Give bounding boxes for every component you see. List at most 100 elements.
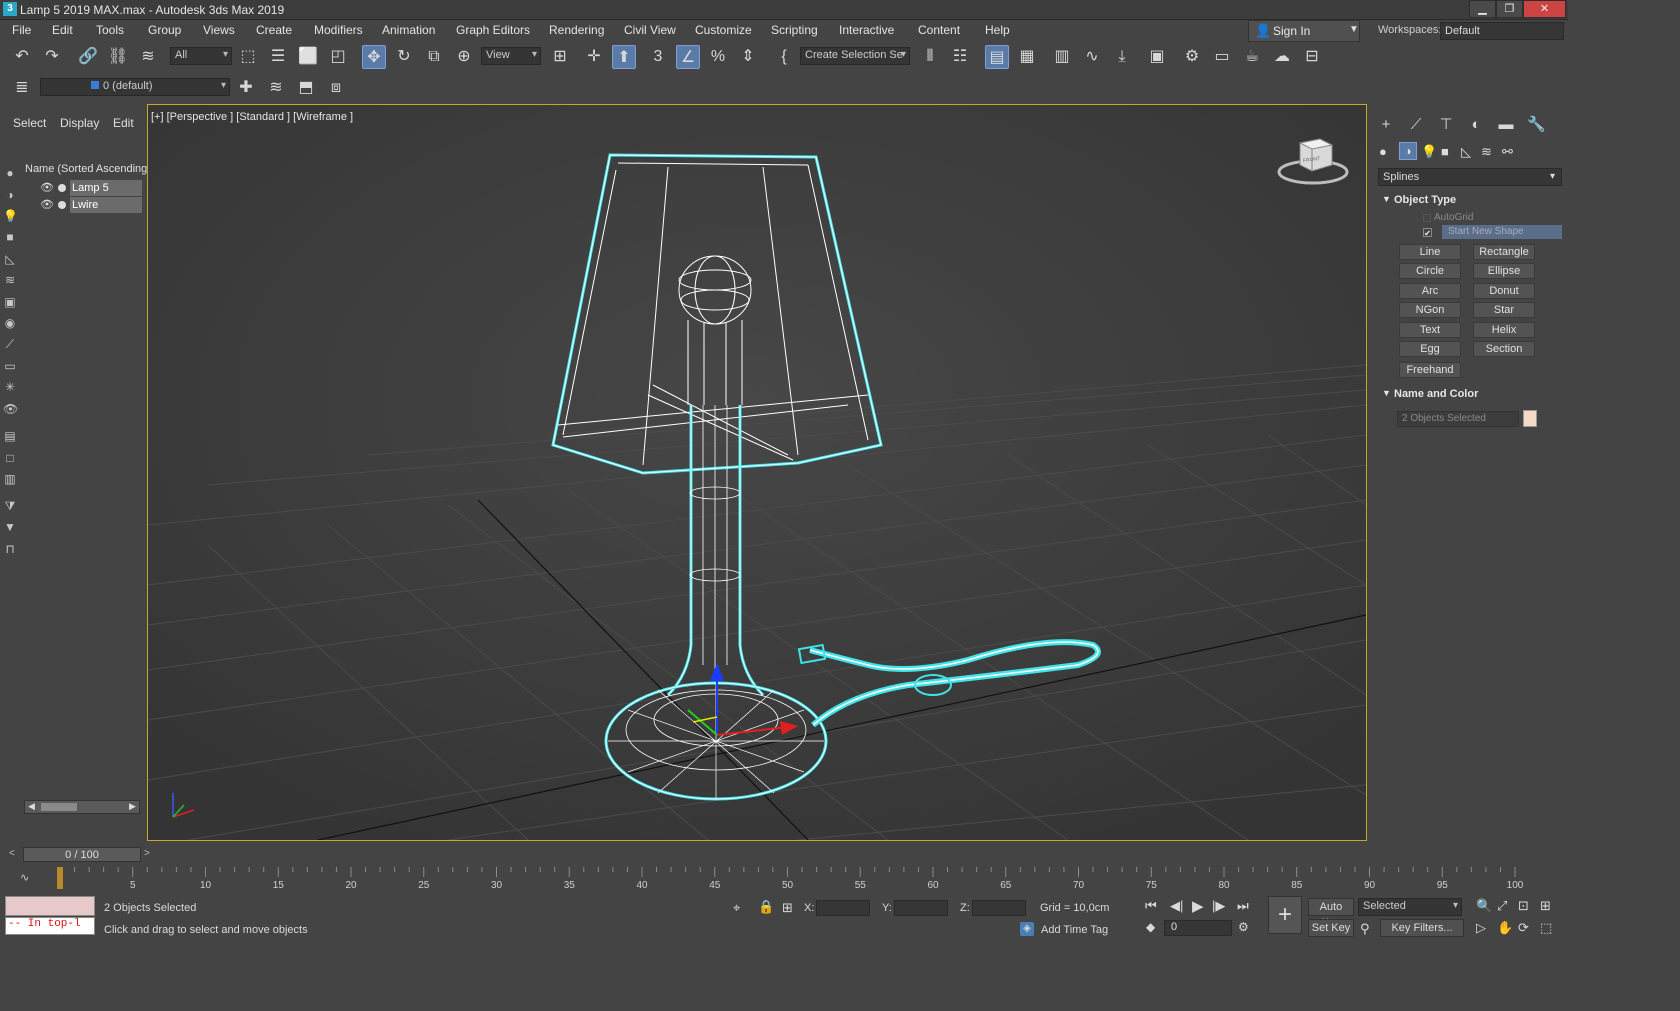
object-name[interactable]: Lwire [70, 197, 142, 213]
spacewarps-icon[interactable]: ≋ [1481, 144, 1492, 160]
donut-button[interactable]: Donut [1473, 283, 1535, 299]
star-button[interactable]: Star [1473, 302, 1535, 318]
modify-tab-icon[interactable]: ⟋ [1407, 116, 1425, 134]
menu-scripting[interactable]: Scripting [771, 23, 818, 37]
selection-lock-icon[interactable]: 🔒 [758, 899, 774, 915]
restore-button[interactable]: ❐ [1496, 0, 1523, 18]
display-lights-icon[interactable]: 💡 [3, 209, 18, 223]
mirror-icon[interactable]: ⫴ [918, 45, 942, 69]
layer-settings-icon[interactable]: ⧈ [324, 76, 348, 100]
display-bones-icon[interactable]: ⟋ [3, 337, 17, 351]
maxscript-listener-top[interactable] [5, 896, 95, 916]
ngon-button[interactable]: NGon [1399, 302, 1461, 318]
menu-graph-editors[interactable]: Graph Editors [456, 23, 530, 37]
geometry-icon[interactable]: ● [1379, 144, 1387, 159]
explorer-horizontal-scrollbar[interactable]: ◀ ▶ [24, 800, 140, 814]
scrollbar-thumb[interactable] [41, 803, 77, 811]
minimize-button[interactable]: ▁ [1469, 0, 1496, 18]
filter-funnel-icon[interactable]: ▼ [3, 520, 17, 534]
arc-button[interactable]: Arc [1399, 283, 1461, 299]
unlink-icon[interactable]: ⛓ [106, 45, 130, 69]
circle-button[interactable]: Circle [1399, 263, 1461, 279]
sign-in-button[interactable]: 👤 Sign In ▼ [1248, 20, 1360, 42]
time-tag-icon[interactable]: ◈ [1020, 922, 1034, 936]
key-filters-icon[interactable]: ⚲ [1360, 921, 1370, 937]
select-and-move-icon[interactable]: ✥ [362, 45, 386, 69]
snaps-toggle-icon[interactable]: 3 [646, 45, 670, 69]
filter-icon[interactable]: ⧩ [3, 499, 17, 513]
zoom-extents-all-icon[interactable]: ⊞ [1540, 898, 1551, 914]
scroll-left-icon[interactable]: ◀ [28, 801, 35, 812]
utilities-tab-icon[interactable]: 🔧 [1527, 116, 1546, 134]
shapes-icon[interactable]: ◑ [1399, 142, 1417, 160]
hierarchy-tab-icon[interactable]: ⊤ [1437, 116, 1455, 134]
lights-icon[interactable]: 💡 [1421, 144, 1437, 160]
set-key-button[interactable]: Set Key [1308, 919, 1354, 937]
zoom-all-icon[interactable]: ⤢ [1497, 898, 1507, 914]
layer-dropdown[interactable]: 0 (default) [40, 78, 230, 96]
autogrid-checkbox[interactable] [1423, 214, 1431, 222]
time-slider[interactable]: < 0 / 100 > [5, 847, 155, 863]
menu-edit[interactable]: Edit [52, 23, 73, 37]
select-by-name-icon[interactable]: ☰ [266, 45, 290, 69]
freehand-button[interactable]: Freehand [1399, 362, 1461, 378]
layer-manager-icon[interactable]: ≣ [10, 76, 34, 100]
current-time-marker[interactable] [57, 867, 63, 889]
play-icon[interactable]: ▶ [1192, 897, 1204, 915]
spinner-snap-icon[interactable]: ⇕ [736, 45, 760, 69]
menu-group[interactable]: Group [148, 23, 181, 37]
category-dropdown[interactable]: Splines [1378, 168, 1562, 186]
display-geometry-icon[interactable]: ● [3, 166, 17, 180]
line-button[interactable]: Line [1399, 244, 1461, 260]
add-time-tag[interactable]: Add Time Tag [1041, 924, 1108, 936]
viewport-label-menu[interactable]: [+] [Perspective ] [Standard ] [Wirefram… [151, 111, 353, 123]
render-setup-icon[interactable]: ⚙ [1180, 45, 1204, 69]
time-slider-thumb[interactable]: 0 / 100 [23, 847, 141, 862]
keyboard-shortcut-override-icon[interactable]: ⬆ [612, 45, 636, 69]
named-selection-dropdown[interactable]: Create Selection Se [800, 47, 910, 65]
menu-interactive[interactable]: Interactive [839, 23, 894, 37]
name-column-header[interactable]: Name (Sorted Ascending) [25, 163, 151, 175]
render-production-icon[interactable]: ☕ [1240, 45, 1264, 69]
material-editor-icon[interactable]: ▣ [1145, 45, 1169, 69]
key-filters-button[interactable]: Key Filters... [1380, 919, 1464, 937]
rectangle-button[interactable]: Rectangle [1473, 244, 1535, 260]
y-coordinate-field[interactable] [894, 900, 948, 916]
maxscript-listener-output[interactable]: -- In top-l [5, 917, 95, 935]
display-containers-icon[interactable]: ▭ [3, 359, 17, 373]
isolate-selection-icon[interactable]: ⌖ [733, 900, 740, 916]
select-and-place-icon[interactable]: ⊕ [452, 45, 476, 69]
display-helpers-icon[interactable]: ◺ [3, 252, 17, 266]
field-of-view-icon[interactable]: ▷ [1476, 920, 1486, 936]
close-button[interactable]: ✕ [1523, 0, 1566, 18]
start-new-shape-label[interactable]: Start New Shape [1442, 225, 1562, 239]
display-all-icon[interactable]: ▤ [3, 429, 17, 443]
menu-help[interactable]: Help [985, 23, 1010, 37]
helpers-icon[interactable]: ◺ [1461, 144, 1471, 160]
display-cameras-icon[interactable]: ■ [3, 230, 17, 244]
selection-filter-dropdown[interactable]: All [170, 47, 232, 65]
object-name[interactable]: Lamp 5 [70, 180, 142, 196]
select-in-layer-icon[interactable]: ⬒ [294, 76, 318, 100]
reference-coordinate-dropdown[interactable]: View [481, 47, 541, 65]
key-mode-toggle-icon[interactable]: ◆ [1146, 920, 1155, 934]
time-configuration-icon[interactable]: ⚙ [1238, 920, 1249, 934]
undo-icon[interactable]: ↶ [10, 45, 34, 69]
display-spacewarps-icon[interactable]: ≋ [3, 273, 17, 287]
helix-button[interactable]: Helix [1473, 322, 1535, 338]
render-cloud-icon[interactable]: ☁ [1270, 45, 1294, 69]
container-icon[interactable]: ⊓ [3, 542, 17, 556]
name-and-color-rollout-header[interactable]: ▼ Name and Color [1378, 386, 1562, 404]
section-button[interactable]: Section [1473, 341, 1535, 357]
menu-rendering[interactable]: Rendering [549, 23, 604, 37]
freeze-dot-icon[interactable] [58, 201, 66, 209]
motion-tab-icon[interactable]: ◐ [1467, 116, 1485, 134]
object-color-swatch[interactable] [1523, 410, 1537, 427]
toggle-scene-explorer-icon[interactable]: ▤ [985, 45, 1009, 69]
systems-icon[interactable]: ⚯ [1502, 144, 1513, 160]
list-item[interactable]: 👁 Lwire [32, 197, 142, 213]
workspaces-dropdown[interactable]: Default [1440, 22, 1564, 40]
display-tab-icon[interactable]: ▬ [1497, 116, 1515, 134]
invert-display-icon[interactable]: ▥ [3, 472, 17, 486]
start-new-shape-checkbox[interactable]: ✔ [1423, 228, 1432, 238]
